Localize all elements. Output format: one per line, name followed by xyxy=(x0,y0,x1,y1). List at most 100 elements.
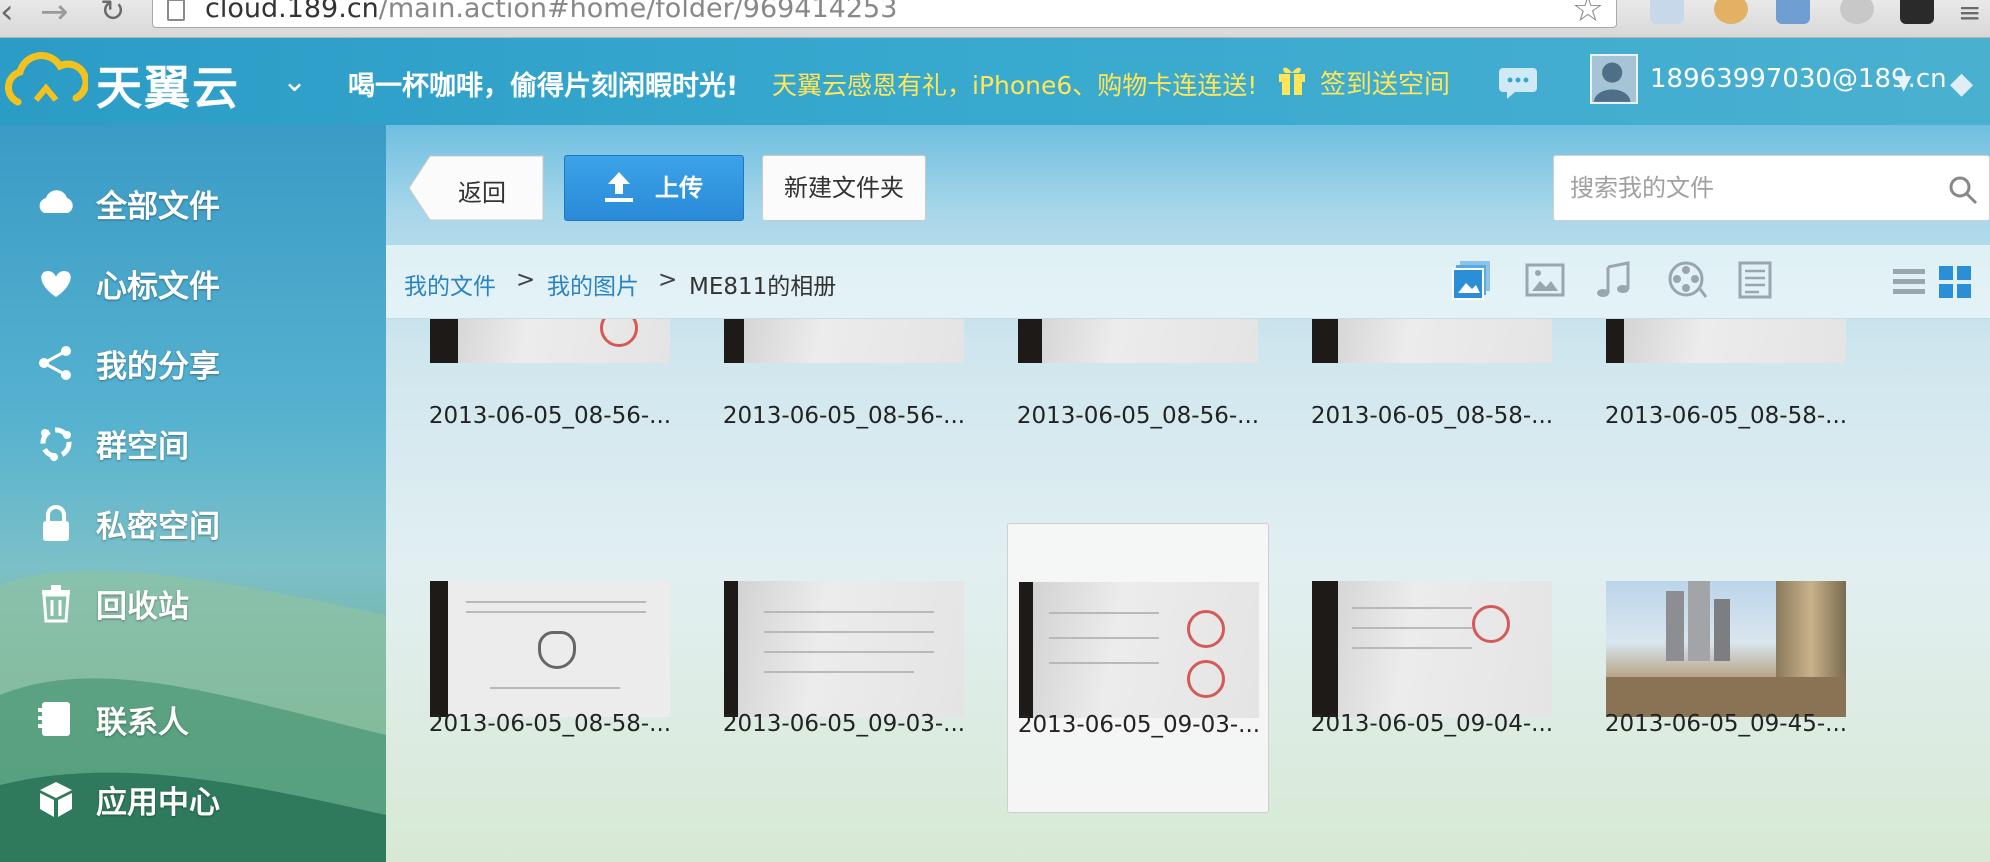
user-menu-caret-icon[interactable]: ▼ xyxy=(1896,70,1911,94)
file-thumbnail xyxy=(430,581,670,717)
toolbar: 返回 上传 新建文件夹 xyxy=(386,125,1990,245)
sidebar-item-label: 回收站 xyxy=(96,589,189,625)
back-button[interactable]: 返回 xyxy=(408,155,544,221)
apps-icon xyxy=(40,782,72,817)
search-icon[interactable] xyxy=(1947,174,1979,206)
sidebar-item-favorites[interactable]: 心标文件 xyxy=(36,257,366,307)
file-thumbnail xyxy=(724,319,964,363)
file-name: 2013-06-05_08-56-... xyxy=(722,403,966,429)
sidebar-item-label: 全部文件 xyxy=(96,189,220,225)
file-tile[interactable]: 2013-06-05_08-56-... xyxy=(1007,319,1269,449)
file-tile[interactable]: 2013-06-05_08-58-... xyxy=(419,523,681,813)
file-tile[interactable]: 2013-06-05_09-03-... xyxy=(713,523,975,813)
list-view-icon[interactable] xyxy=(1892,265,1926,299)
menu-icon[interactable]: ≡ xyxy=(1958,0,1981,29)
url-text: cloud.189.cn/main.action#home/folder/969… xyxy=(205,0,898,24)
file-tile[interactable]: 2013-06-05_09-04-... xyxy=(1301,523,1563,813)
file-tile[interactable]: 2013-06-05_08-56-... xyxy=(713,319,975,449)
file-thumbnail xyxy=(1018,319,1258,363)
sidebar-item-label: 群空间 xyxy=(96,429,189,465)
file-name: 2013-06-05_08-56-... xyxy=(428,403,672,429)
browser-toolbar: ‹ → ↻ cloud.189.cn/main.action#home/fold… xyxy=(0,0,1990,38)
search-input[interactable] xyxy=(1570,170,1930,206)
file-tile[interactable]: 2013-06-05_08-56-... xyxy=(419,319,681,449)
gift-icon[interactable] xyxy=(1276,62,1308,96)
file-name: 2013-06-05_09-03-... xyxy=(722,711,966,737)
file-tile-selected[interactable]: 2013-06-05_09-03-... xyxy=(1007,523,1269,813)
file-thumbnail xyxy=(1312,581,1552,717)
sidebar-item-all-files[interactable]: 全部文件 xyxy=(36,177,366,227)
cookie-extension-icon[interactable] xyxy=(1714,0,1748,24)
bookmark-star-icon[interactable]: ☆ xyxy=(1572,0,1604,30)
breadcrumb-current: ME811的相册 xyxy=(689,274,837,300)
file-thumbnail xyxy=(1312,319,1552,363)
file-thumbnail xyxy=(1019,582,1259,718)
message-icon[interactable] xyxy=(1497,66,1539,100)
signin-link[interactable]: 签到送空间 xyxy=(1320,64,1450,101)
promo-link[interactable]: 天翼云感恩有礼，iPhone6、购物卡连连送! xyxy=(772,66,1257,102)
lock-icon xyxy=(43,505,69,541)
contacts-icon xyxy=(38,702,70,736)
image-filter-icon[interactable] xyxy=(1524,259,1566,301)
page-icon xyxy=(167,0,185,21)
sidebar-item-label: 应用中心 xyxy=(96,785,220,821)
forward-arrow-icon[interactable]: → xyxy=(40,0,69,32)
new-folder-button[interactable]: 新建文件夹 xyxy=(762,155,926,221)
file-tile[interactable]: 2013-06-05_08-58-... xyxy=(1595,319,1857,449)
sidebar-item-label: 联系人 xyxy=(96,705,189,741)
file-thumbnail xyxy=(724,581,964,717)
main-panel: 返回 上传 新建文件夹 我的文件 > 我的图片 > ME811的相册 xyxy=(386,125,1990,862)
sidebar-item-label: 心标文件 xyxy=(96,269,220,305)
sidebar: 全部文件 心标文件 我的分享 群空间 私密空间 回收站 联系人 应用中心 xyxy=(0,125,386,862)
sidebar-item-recycle-bin[interactable]: 回收站 xyxy=(36,577,366,627)
brand-name[interactable]: 天翼云 xyxy=(96,52,240,118)
file-name: 2013-06-05_09-03-... xyxy=(1017,712,1261,738)
file-thumbnail xyxy=(1606,319,1846,363)
profile-extension-icon[interactable] xyxy=(1900,0,1934,24)
breadcrumb-root[interactable]: 我的文件 xyxy=(404,267,496,301)
extension-icon-gray[interactable] xyxy=(1840,0,1874,24)
slogan-text: 喝一杯咖啡，偷得片刻闲暇时光! xyxy=(348,71,739,102)
cloud-logo-icon[interactable] xyxy=(0,52,88,112)
address-bar[interactable]: cloud.189.cn/main.action#home/folder/969… xyxy=(152,0,1617,30)
breadcrumb-parent[interactable]: 我的图片 xyxy=(547,267,639,301)
back-label: 返回 xyxy=(458,179,506,207)
upload-icon xyxy=(605,172,633,202)
grid-view-icon[interactable] xyxy=(1938,265,1972,299)
file-name: 2013-06-05_09-45-... xyxy=(1604,711,1848,737)
heart-icon xyxy=(41,271,71,297)
file-name: 2013-06-05_08-58-... xyxy=(1310,403,1554,429)
file-name: 2013-06-05_09-04-... xyxy=(1310,711,1554,737)
reload-icon[interactable]: ↻ xyxy=(100,0,125,29)
sidebar-item-shares[interactable]: 我的分享 xyxy=(36,337,366,387)
group-icon xyxy=(40,427,72,461)
file-tile[interactable]: 2013-06-05_08-58-... xyxy=(1301,319,1563,449)
video-filter-icon[interactable] xyxy=(1666,259,1708,301)
back-arrow-icon[interactable]: ‹ xyxy=(0,0,14,32)
share-icon xyxy=(39,346,71,380)
avatar[interactable] xyxy=(1590,54,1638,104)
file-name: 2013-06-05_08-58-... xyxy=(1604,403,1848,429)
sidebar-item-contacts[interactable]: 联系人 xyxy=(36,693,366,743)
download-extension-icon[interactable] xyxy=(1776,0,1810,24)
photo-album-filter-icon[interactable] xyxy=(1452,259,1494,301)
trash-icon xyxy=(42,585,70,623)
cloud-icon xyxy=(39,190,73,213)
file-thumbnail xyxy=(1606,581,1846,717)
music-filter-icon[interactable] xyxy=(1594,259,1636,301)
document-filter-icon[interactable] xyxy=(1734,259,1776,301)
file-name: 2013-06-05_08-56-... xyxy=(1016,403,1260,429)
sidebar-item-label: 私密空间 xyxy=(96,509,220,545)
diamond-icon[interactable]: ◆ xyxy=(1950,66,1973,101)
upload-button[interactable]: 上传 xyxy=(564,155,744,221)
breadcrumb: 我的文件 > 我的图片 > ME811的相册 xyxy=(386,245,1990,319)
extension-icon[interactable] xyxy=(1650,0,1684,24)
sidebar-item-app-center[interactable]: 应用中心 xyxy=(36,773,366,823)
sidebar-item-private-space[interactable]: 私密空间 xyxy=(36,497,366,547)
file-thumbnail xyxy=(430,319,670,363)
chevron-down-icon[interactable]: ⌄ xyxy=(282,64,307,99)
sidebar-item-group-space[interactable]: 群空间 xyxy=(36,417,366,467)
file-name: 2013-06-05_08-58-... xyxy=(428,711,672,737)
app-header: 天翼云 ⌄ 喝一杯咖啡，偷得片刻闲暇时光! 天翼云感恩有礼，iPhone6、购物… xyxy=(0,38,1990,125)
file-tile[interactable]: 2013-06-05_09-45-... xyxy=(1595,523,1857,813)
